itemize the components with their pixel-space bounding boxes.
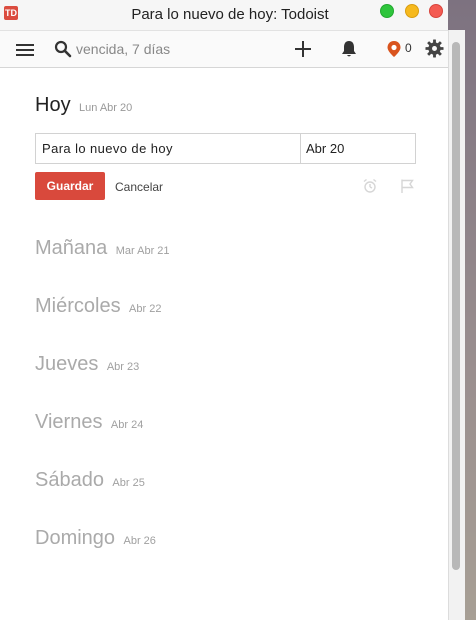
day-heading-manana: Mañana Mar Abr 21 [35, 237, 170, 260]
day-date: Abr 25 [112, 477, 145, 489]
app-window: TD Para lo nuevo de hoy: Todoist vencida… [0, 0, 448, 620]
title-bar: TD Para lo nuevo de hoy: Todoist [0, 0, 448, 31]
today-heading: Hoy Lun Abr 20 [35, 94, 132, 117]
day-name: Hoy [35, 94, 71, 116]
day-date: Abr 22 [129, 303, 162, 315]
bell-icon[interactable] [339, 39, 359, 59]
cancel-link[interactable]: Cancelar [115, 180, 163, 194]
maximize-button[interactable] [380, 4, 394, 18]
toolbar: 0 [0, 31, 448, 68]
karma-count: 0 [405, 41, 412, 55]
flag-icon[interactable] [399, 178, 415, 194]
task-editor [35, 133, 416, 164]
editor-divider [300, 134, 301, 163]
task-content-input[interactable] [42, 134, 297, 163]
day-name: Sábado [35, 469, 104, 491]
window-title: Para lo nuevo de hoy: Todoist [131, 6, 329, 23]
day-heading-jueves: Jueves Abr 23 [35, 353, 139, 376]
day-date: Abr 24 [110, 419, 144, 431]
day-name: Jueves [35, 353, 99, 375]
day-heading-miercoles: Miércoles Abr 22 [35, 295, 161, 318]
search-input[interactable] [76, 38, 256, 60]
day-date: Lun Abr 20 [79, 102, 133, 114]
day-name: Miércoles [35, 295, 121, 317]
day-name: Viernes [35, 411, 103, 433]
day-name: Domingo [35, 527, 116, 549]
add-icon[interactable] [294, 40, 312, 58]
day-heading-viernes: Viernes Abr 24 [35, 411, 143, 434]
day-date: Mar Abr 21 [115, 245, 170, 257]
alarm-icon[interactable] [362, 178, 378, 194]
day-date: Abr 23 [106, 361, 140, 373]
app-logo: TD [4, 6, 18, 20]
day-heading-domingo: Domingo Abr 26 [35, 527, 156, 550]
gear-icon[interactable] [425, 39, 444, 58]
menu-icon[interactable] [16, 44, 34, 56]
minimize-button[interactable] [405, 4, 419, 18]
day-heading-sabado: Sábado Abr 25 [35, 469, 145, 492]
search-icon[interactable] [54, 40, 72, 58]
scrollbar-thumb[interactable] [452, 42, 460, 570]
day-date: Abr 26 [123, 535, 156, 547]
karma-icon[interactable] [386, 40, 402, 58]
save-button[interactable]: Guardar [35, 172, 105, 200]
day-name: Mañana [35, 237, 108, 259]
due-date-input[interactable] [306, 134, 406, 163]
close-button[interactable] [429, 4, 443, 18]
